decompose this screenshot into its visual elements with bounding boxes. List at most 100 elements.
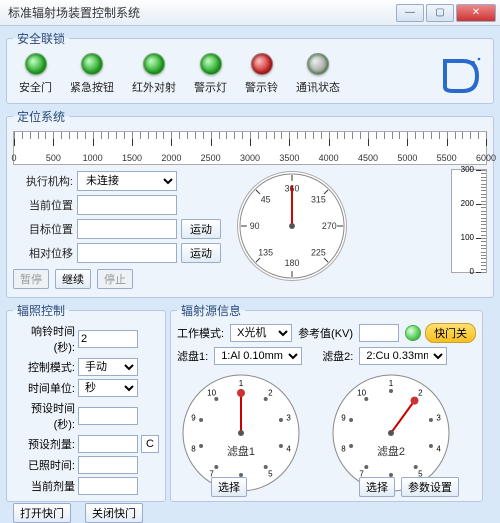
preset-dose-input[interactable]	[78, 435, 138, 453]
target-pos-input[interactable]	[77, 219, 177, 239]
status-dot-icon	[405, 325, 421, 341]
svg-text:8: 8	[341, 444, 346, 453]
svg-text:9: 9	[191, 414, 196, 423]
svg-text:225: 225	[311, 247, 326, 257]
safety-led-2: 红外对射	[132, 53, 176, 95]
cur-dose-input[interactable]	[78, 477, 138, 495]
current-pos-input[interactable]	[77, 195, 177, 215]
elapsed-input[interactable]	[78, 456, 138, 474]
irradiation-legend: 辐照控制	[13, 302, 69, 319]
relative-pos-input[interactable]	[77, 243, 177, 263]
led-icon	[81, 53, 103, 75]
relative-pos-label: 相对位移	[13, 245, 73, 261]
ref-value-input[interactable]	[359, 324, 399, 342]
angle-gauge: 3603152702251801359045	[237, 171, 347, 281]
move-relative-button[interactable]: 运动	[181, 243, 221, 263]
title-bar: 标准辐射场装置控制系统 — ▢ ✕	[0, 0, 500, 26]
logo-icon	[439, 55, 483, 93]
svg-text:5: 5	[268, 469, 273, 478]
svg-text:3: 3	[436, 414, 441, 423]
led-icon	[143, 53, 165, 75]
safety-led-5: 通讯状态	[296, 53, 340, 95]
maximize-button[interactable]: ▢	[426, 4, 454, 22]
select-filter2-button[interactable]: 选择	[359, 477, 395, 497]
svg-text:4: 4	[286, 444, 291, 453]
window-title: 标准辐射场装置控制系统	[8, 4, 396, 21]
svg-text:10: 10	[207, 389, 216, 398]
params-button[interactable]: 参数设置	[401, 477, 459, 497]
elapsed-label: 已照时间:	[13, 457, 75, 473]
safety-led-3: 警示灯	[194, 53, 227, 95]
svg-text:8: 8	[191, 444, 196, 453]
led-icon	[25, 53, 47, 75]
ring-time-input[interactable]	[78, 330, 138, 348]
preset-dose-label: 预设剂量:	[13, 436, 75, 452]
led-icon	[251, 53, 273, 75]
svg-text:10: 10	[357, 389, 366, 398]
pause-button[interactable]: 暂停	[13, 269, 49, 289]
current-pos-label: 当前位置	[13, 197, 73, 213]
source-fieldset: 辐射源信息 工作模式: X光机 参考值(KV) 快门关 滤盘1: 1:Al 0.…	[170, 302, 483, 502]
led-label: 警示铃	[245, 79, 278, 95]
stop-button[interactable]: 停止	[97, 269, 133, 289]
svg-text:9: 9	[341, 414, 346, 423]
svg-text:180: 180	[285, 258, 300, 268]
svg-text:1: 1	[239, 379, 244, 388]
filter-dial-1: 12345678910滤盘1	[181, 373, 301, 493]
shutter-status-pill: 快门关	[405, 323, 476, 343]
svg-text:135: 135	[258, 247, 273, 257]
source-legend: 辐射源信息	[177, 302, 245, 319]
filter1-select[interactable]: 1:Al 0.10mm	[214, 347, 302, 365]
svg-text:4: 4	[436, 444, 441, 453]
svg-text:45: 45	[261, 195, 271, 205]
svg-text:2: 2	[268, 389, 273, 398]
minimize-button[interactable]: —	[396, 4, 424, 22]
close-button[interactable]: ✕	[456, 4, 496, 22]
filter2-label: 滤盘2:	[322, 348, 353, 364]
preset-time-input[interactable]	[78, 407, 138, 425]
svg-text:315: 315	[311, 195, 326, 205]
close-shutter-button[interactable]: 关闭快门	[85, 503, 143, 523]
safety-fieldset: 安全联锁 安全门紧急按钮红外对射警示灯警示铃通讯状态	[6, 30, 494, 104]
actuator-select[interactable]: 未连接	[77, 171, 177, 191]
led-icon	[200, 53, 222, 75]
ctrl-mode-select[interactable]: 手动	[78, 358, 138, 376]
ring-time-label: 响铃时间(秒):	[13, 323, 75, 355]
irradiation-fieldset: 辐照控制 响铃时间(秒): 控制模式: 手动 时间单位: 秒 预设时间(秒): …	[6, 302, 166, 502]
svg-text:滤盘2: 滤盘2	[377, 444, 405, 458]
positioning-fieldset: 定位系统 05001000150020002500300035004000450…	[6, 108, 494, 298]
move-target-button[interactable]: 运动	[181, 219, 221, 239]
select-filter1-button[interactable]: 选择	[211, 477, 247, 497]
open-shutter-button[interactable]: 打开快门	[13, 503, 71, 523]
svg-text:滤盘1: 滤盘1	[227, 444, 255, 458]
safety-led-4: 警示铃	[245, 53, 278, 95]
time-unit-label: 时间单位:	[13, 380, 75, 396]
shutter-status-label: 快门关	[425, 323, 476, 343]
vertical-scale: 0100200300	[451, 169, 487, 273]
work-mode-label: 工作模式:	[177, 325, 224, 341]
filter1-label: 滤盘1:	[177, 348, 208, 364]
time-unit-select[interactable]: 秒	[78, 379, 138, 397]
led-icon	[307, 53, 329, 75]
preset-time-label: 预设时间(秒):	[13, 400, 75, 432]
led-label: 安全门	[19, 79, 52, 95]
filter2-select[interactable]: 2:Cu 0.33mm	[359, 347, 447, 365]
led-label: 通讯状态	[296, 79, 340, 95]
svg-text:1: 1	[389, 379, 394, 388]
work-mode-select[interactable]: X光机	[230, 324, 292, 342]
svg-text:90: 90	[250, 221, 260, 231]
cur-dose-label: 当前剂量	[13, 478, 75, 494]
ruler[interactable]: 0500100015002000250030003500400045005000…	[13, 131, 487, 165]
ctrl-mode-label: 控制模式:	[13, 359, 75, 375]
ref-value-label: 参考值(KV)	[298, 325, 353, 341]
led-label: 紧急按钮	[70, 79, 114, 95]
dose-unit: C	[141, 435, 159, 453]
resume-button[interactable]: 继续	[55, 269, 91, 289]
led-label: 警示灯	[194, 79, 227, 95]
window-buttons: — ▢ ✕	[396, 4, 496, 22]
safety-led-1: 紧急按钮	[70, 53, 114, 95]
svg-text:2: 2	[418, 389, 423, 398]
safety-led-0: 安全门	[19, 53, 52, 95]
led-label: 红外对射	[132, 79, 176, 95]
svg-text:270: 270	[322, 221, 337, 231]
